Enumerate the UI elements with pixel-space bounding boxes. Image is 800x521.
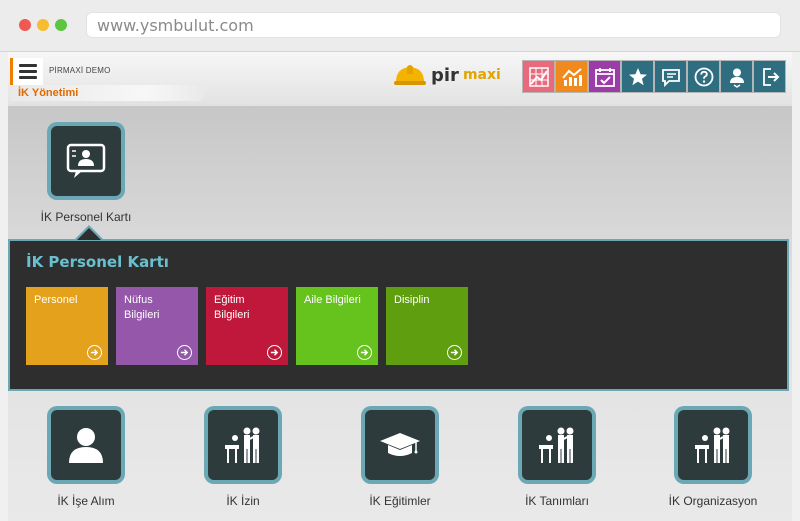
user-menu-icon — [729, 68, 744, 88]
arrow-right-icon — [267, 345, 282, 360]
logout-button[interactable] — [753, 60, 786, 93]
messages-button[interactable] — [654, 60, 687, 93]
personel-karti-label: İK Personel Kartı — [40, 210, 132, 224]
logo-text-pir: pir — [431, 64, 459, 86]
arrow-right-icon — [87, 345, 102, 360]
module-title[interactable]: İK Yönetimi — [10, 85, 205, 101]
help-icon — [694, 67, 713, 86]
maximize-window-button[interactable] — [55, 19, 67, 31]
panel-pointer-inner — [77, 228, 101, 240]
module-ise-alim[interactable] — [47, 406, 125, 484]
calendar-button[interactable] — [588, 60, 621, 93]
subtile-disiplin[interactable]: Disiplin — [386, 287, 468, 365]
hamburger-menu-button[interactable] — [10, 58, 43, 85]
module-izin[interactable] — [204, 406, 282, 484]
arrow-right-icon — [177, 345, 192, 360]
subtile-aile-bilgileri[interactable]: Aile Bilgileri — [296, 287, 378, 365]
personel-karti-tile[interactable] — [47, 122, 125, 200]
module-organizasyon[interactable] — [674, 406, 752, 484]
subtile-nufus-bilgileri[interactable]: Nüfus Bilgileri — [116, 287, 198, 365]
id-card-icon — [66, 143, 106, 178]
module-label: İK Organizasyon — [668, 494, 758, 508]
arrow-right-icon — [447, 345, 462, 360]
calendar-check-icon — [594, 67, 615, 87]
logout-icon — [762, 67, 779, 86]
subtile-label: Aile Bilgileri — [304, 294, 361, 306]
company-name: PİRMAXİ DEMO — [49, 66, 111, 75]
module-label: İK Eğitimler — [369, 494, 431, 508]
chart-grid-icon — [528, 66, 549, 87]
hard-hat-icon — [394, 65, 426, 85]
star-icon — [628, 67, 647, 85]
subtile-label: Disiplin — [394, 294, 430, 306]
analytics-button[interactable] — [555, 60, 588, 93]
user-icon — [69, 428, 103, 463]
message-icon — [661, 68, 680, 87]
minimize-window-button[interactable] — [37, 19, 49, 31]
trend-chart-icon — [561, 67, 582, 86]
app-header: PİRMAXİ DEMO İK Yönetimi pir maxi — [8, 52, 792, 107]
subtile-label: Eğitim Bilgileri — [214, 294, 250, 321]
reports-button[interactable] — [522, 60, 555, 93]
subtile-personel[interactable]: Personel — [26, 287, 108, 365]
address-bar[interactable]: www.ysmbulut.com — [86, 12, 781, 38]
browser-chrome: www.ysmbulut.com — [0, 0, 800, 52]
module-label: İK Tanımları — [525, 494, 589, 508]
favorites-button[interactable] — [621, 60, 654, 93]
module-label: İK İşe Alım — [57, 494, 115, 508]
logo-text-maxi: maxi — [462, 67, 501, 83]
meeting-icon — [539, 427, 574, 463]
module-label: İK İzin — [226, 494, 260, 508]
personel-karti-panel: İK Personel Kartı Personel Nüfus Bilgile… — [8, 239, 789, 391]
pirmaxi-logo: pir maxi — [393, 60, 501, 90]
panel-title: İK Personel Kartı — [26, 253, 169, 271]
subtile-egitim-bilgileri[interactable]: Eğitim Bilgileri — [206, 287, 288, 365]
subtile-label: Nüfus Bilgileri — [124, 294, 160, 321]
user-profile-button[interactable] — [720, 60, 753, 93]
graduation-cap-icon — [380, 433, 420, 456]
meeting-icon — [695, 427, 730, 463]
help-button[interactable] — [687, 60, 720, 93]
toolbar — [522, 60, 786, 94]
module-tanimlari[interactable] — [518, 406, 596, 484]
close-window-button[interactable] — [19, 19, 31, 31]
arrow-right-icon — [357, 345, 372, 360]
meeting-icon — [225, 427, 260, 463]
subtile-label: Personel — [34, 294, 78, 306]
module-egitimler[interactable] — [361, 406, 439, 484]
